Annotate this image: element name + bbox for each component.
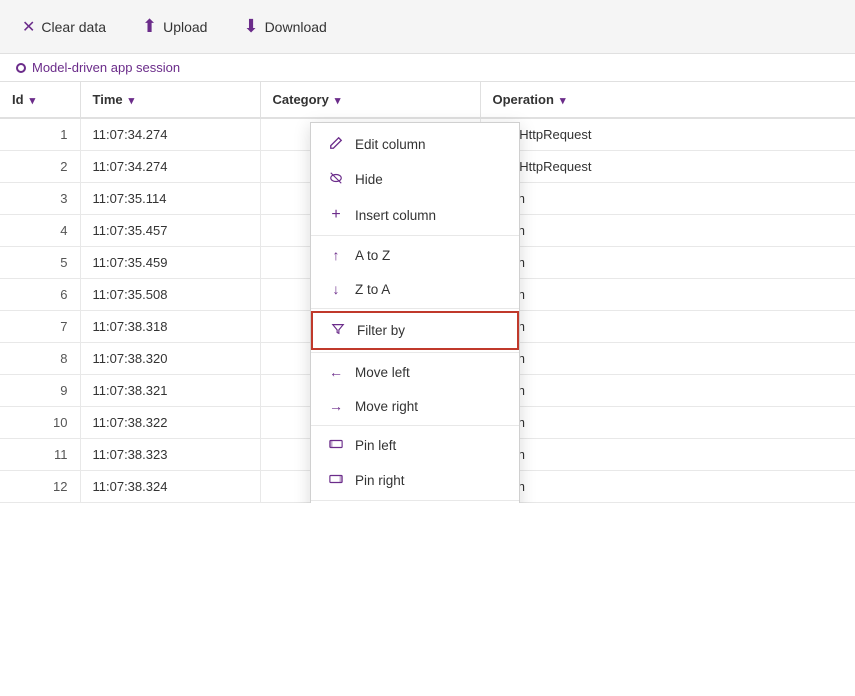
menu-divider bbox=[311, 425, 519, 426]
download-button[interactable]: ⬇ Download bbox=[237, 12, 332, 41]
hide-icon bbox=[327, 171, 345, 188]
move-right-icon: → bbox=[327, 398, 345, 414]
pin-left-label: Pin left bbox=[355, 438, 396, 453]
cell-time: 11:07:34.274 bbox=[80, 151, 260, 183]
cell-operation: Fetch bbox=[480, 279, 855, 311]
pin-right-label: Pin right bbox=[355, 473, 405, 488]
menu-divider bbox=[311, 500, 519, 501]
move-right-label: Move right bbox=[355, 399, 418, 414]
filter-by-icon bbox=[329, 322, 347, 339]
a-to-z-icon: ↑ bbox=[327, 247, 345, 263]
time-sort-icon: ▾ bbox=[126, 95, 135, 107]
cell-time: 11:07:38.321 bbox=[80, 375, 260, 407]
clear-data-button[interactable]: ✕ Clear data bbox=[16, 13, 112, 41]
menu-item-edit-column[interactable]: Edit column bbox=[311, 127, 519, 162]
upload-button[interactable]: ⬆ Upload bbox=[136, 12, 213, 41]
cell-operation: XMLHttpRequest bbox=[480, 151, 855, 183]
cell-id: 2 bbox=[0, 151, 80, 183]
cell-operation: Fetch bbox=[480, 439, 855, 471]
download-icon: ⬇ bbox=[243, 16, 258, 37]
menu-divider bbox=[311, 235, 519, 236]
menu-divider bbox=[311, 352, 519, 353]
cell-id: 3 bbox=[0, 183, 80, 215]
cell-operation: Fetch bbox=[480, 311, 855, 343]
category-context-menu: Edit column Hide + Insert column ↑ A to … bbox=[310, 122, 520, 503]
operation-sort-icon: ▾ bbox=[557, 95, 566, 107]
toolbar: ✕ Clear data ⬆ Upload ⬇ Download bbox=[0, 0, 855, 54]
cell-time: 11:07:38.324 bbox=[80, 471, 260, 503]
cell-id: 4 bbox=[0, 215, 80, 247]
cell-id: 9 bbox=[0, 375, 80, 407]
session-label: Model-driven app session bbox=[32, 60, 180, 75]
move-left-label: Move left bbox=[355, 365, 410, 380]
edit-column-label: Edit column bbox=[355, 137, 426, 152]
cell-operation: Fetch bbox=[480, 183, 855, 215]
pin-left-icon bbox=[327, 437, 345, 454]
cell-operation: Fetch bbox=[480, 407, 855, 439]
cell-time: 11:07:35.457 bbox=[80, 215, 260, 247]
cell-time: 11:07:35.114 bbox=[80, 183, 260, 215]
category-sort-icon: ▾ bbox=[332, 95, 341, 107]
menu-item-z-to-a[interactable]: ↓ Z to A bbox=[311, 272, 519, 306]
cell-operation: Fetch bbox=[480, 343, 855, 375]
cell-id: 11 bbox=[0, 439, 80, 471]
menu-item-pin-left[interactable]: Pin left bbox=[311, 428, 519, 463]
clear-data-label: Clear data bbox=[41, 19, 106, 35]
cell-id: 8 bbox=[0, 343, 80, 375]
cell-operation: XMLHttpRequest bbox=[480, 118, 855, 151]
clear-data-icon: ✕ bbox=[22, 17, 35, 37]
session-dot-icon bbox=[16, 63, 26, 73]
cell-time: 11:07:34.274 bbox=[80, 118, 260, 151]
col-header-category[interactable]: Category ▾ bbox=[260, 82, 480, 118]
cell-id: 5 bbox=[0, 247, 80, 279]
cell-time: 11:07:35.459 bbox=[80, 247, 260, 279]
move-left-icon: ← bbox=[327, 364, 345, 380]
menu-item-move-left[interactable]: ← Move left bbox=[311, 355, 519, 389]
menu-item-pin-right[interactable]: Pin right bbox=[311, 463, 519, 498]
col-header-time[interactable]: Time ▾ bbox=[80, 82, 260, 118]
cell-id: 10 bbox=[0, 407, 80, 439]
cell-id: 6 bbox=[0, 279, 80, 311]
a-to-z-label: A to Z bbox=[355, 248, 390, 263]
edit-column-icon bbox=[327, 136, 345, 153]
cell-operation: Fetch bbox=[480, 247, 855, 279]
cell-operation: Fetch bbox=[480, 375, 855, 407]
cell-id: 12 bbox=[0, 471, 80, 503]
cell-time: 11:07:38.318 bbox=[80, 311, 260, 343]
cell-operation: Fetch bbox=[480, 471, 855, 503]
pin-right-icon bbox=[327, 472, 345, 489]
upload-icon: ⬆ bbox=[142, 16, 157, 37]
table-container: Id ▾ Time ▾ Category ▾ Operation ▾ 1 11:… bbox=[0, 82, 855, 503]
table-header-row: Id ▾ Time ▾ Category ▾ Operation ▾ bbox=[0, 82, 855, 118]
cell-id: 1 bbox=[0, 118, 80, 151]
z-to-a-label: Z to A bbox=[355, 282, 390, 297]
cell-operation: Fetch bbox=[480, 215, 855, 247]
filter-by-label: Filter by bbox=[357, 323, 405, 338]
menu-item-move-right[interactable]: → Move right bbox=[311, 389, 519, 423]
cell-id: 7 bbox=[0, 311, 80, 343]
upload-label: Upload bbox=[163, 19, 207, 35]
session-bar: Model-driven app session bbox=[0, 54, 855, 82]
id-sort-icon: ▾ bbox=[27, 95, 36, 107]
cell-time: 11:07:38.323 bbox=[80, 439, 260, 471]
menu-item-insert-column[interactable]: + Insert column bbox=[311, 197, 519, 233]
menu-divider bbox=[311, 308, 519, 309]
menu-item-filter-by[interactable]: Filter by bbox=[311, 311, 519, 350]
insert-column-label: Insert column bbox=[355, 208, 436, 223]
menu-item-a-to-z[interactable]: ↑ A to Z bbox=[311, 238, 519, 272]
cell-time: 11:07:35.508 bbox=[80, 279, 260, 311]
col-header-id[interactable]: Id ▾ bbox=[0, 82, 80, 118]
insert-column-icon: + bbox=[327, 206, 345, 224]
cell-time: 11:07:38.322 bbox=[80, 407, 260, 439]
col-header-operation[interactable]: Operation ▾ bbox=[480, 82, 855, 118]
menu-item-hide[interactable]: Hide bbox=[311, 162, 519, 197]
z-to-a-icon: ↓ bbox=[327, 281, 345, 297]
cell-time: 11:07:38.320 bbox=[80, 343, 260, 375]
download-label: Download bbox=[265, 19, 327, 35]
hide-label: Hide bbox=[355, 172, 383, 187]
